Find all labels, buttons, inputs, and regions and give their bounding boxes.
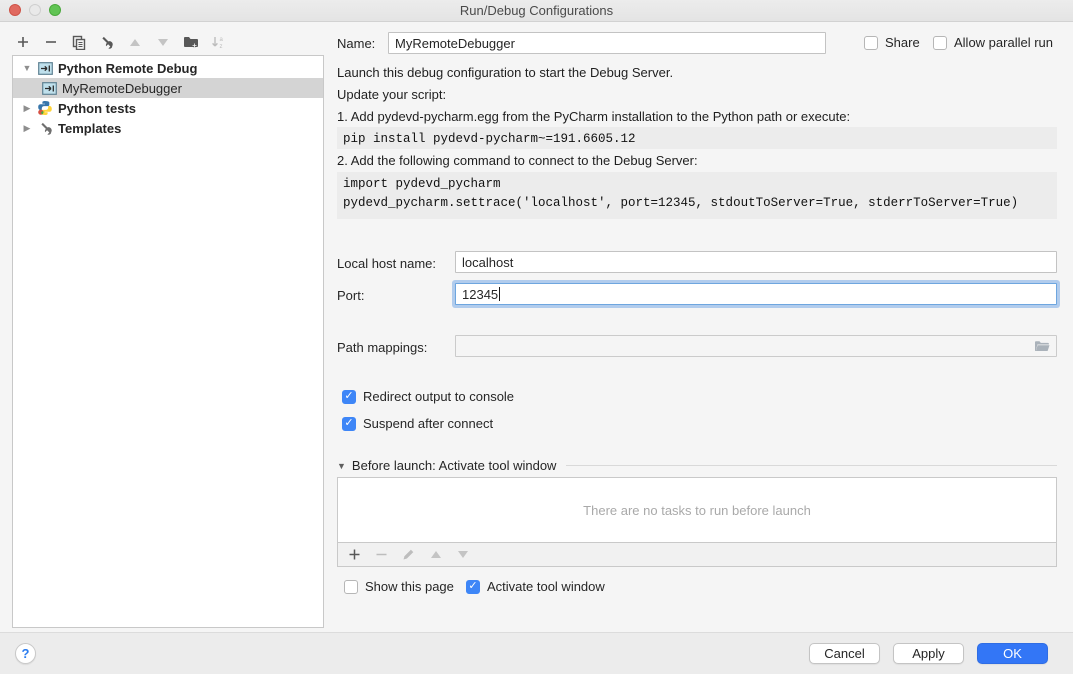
- description-line-2: Update your script:: [337, 87, 446, 102]
- configuration-editor: Name: Share Allow parallel run Launch th…: [336, 22, 1073, 632]
- add-configuration-icon[interactable]: [14, 34, 31, 51]
- step-1-text: 1. Add pydevd-pycharm.egg from the PyCha…: [337, 109, 850, 124]
- remove-configuration-icon[interactable]: [42, 34, 59, 51]
- allow-parallel-run-checkbox[interactable]: Allow parallel run: [933, 35, 1053, 50]
- browse-folder-icon[interactable]: [1034, 340, 1050, 353]
- copy-configuration-icon[interactable]: [70, 34, 87, 51]
- before-launch-toolbar: [337, 543, 1057, 567]
- code-line-1: import pydevd_pycharm: [343, 177, 501, 191]
- path-mappings-label: Path mappings:: [337, 340, 427, 355]
- new-folder-icon[interactable]: [182, 34, 199, 51]
- window-title: Run/Debug Configurations: [0, 3, 1073, 18]
- port-value: 12345: [462, 287, 498, 302]
- share-checkbox[interactable]: Share: [864, 35, 920, 50]
- port-label: Port:: [337, 288, 364, 303]
- tree-item-python-remote-debug[interactable]: ▼ Python Remote Debug: [13, 58, 323, 78]
- sort-alphabetically-icon[interactable]: az: [210, 34, 227, 51]
- chevron-collapsed-icon[interactable]: ▶: [21, 123, 33, 134]
- wrench-icon: [37, 120, 53, 136]
- remove-task-icon[interactable]: [373, 546, 390, 563]
- before-launch-title: Before launch: Activate tool window: [352, 458, 557, 473]
- path-mappings-input[interactable]: [455, 335, 1057, 357]
- remote-debug-icon: [41, 80, 57, 96]
- suspend-after-connect-checkbox[interactable]: ✓ Suspend after connect: [342, 416, 493, 431]
- dialog-footer: ? Cancel Apply OK: [0, 632, 1073, 674]
- dialog-buttons: Cancel Apply OK: [809, 643, 1048, 664]
- chevron-collapsed-icon[interactable]: ▶: [21, 103, 33, 114]
- help-button[interactable]: ?: [15, 643, 36, 664]
- local-host-name-input[interactable]: [455, 251, 1057, 273]
- tree-item-python-tests[interactable]: ▶ Python tests: [13, 98, 323, 118]
- separator-line: [566, 465, 1057, 466]
- checkbox-box: [933, 36, 947, 50]
- chevron-expanded-icon[interactable]: ▼: [21, 63, 33, 73]
- checkbox-box: [344, 580, 358, 594]
- redirect-output-checkbox[interactable]: ✓ Redirect output to console: [342, 389, 514, 404]
- python-tests-icon: [37, 100, 53, 116]
- move-up-icon[interactable]: [126, 34, 143, 51]
- checkbox-box: ✓: [466, 580, 480, 594]
- disclosure-triangle-icon[interactable]: ▼: [337, 461, 346, 471]
- allow-parallel-run-label: Allow parallel run: [954, 35, 1053, 50]
- ok-button[interactable]: OK: [977, 643, 1048, 664]
- move-down-icon[interactable]: [154, 34, 171, 51]
- activate-tool-window-label: Activate tool window: [487, 579, 605, 594]
- edit-task-pencil-icon[interactable]: [400, 546, 417, 563]
- tree-item-label: MyRemoteDebugger: [62, 81, 182, 96]
- empty-tasks-text: There are no tasks to run before launch: [583, 503, 811, 518]
- name-label: Name:: [337, 36, 375, 51]
- configurations-tree: ▼ Python Remote Debug MyRemoteDebugger ▶…: [12, 55, 324, 628]
- svg-text:a: a: [220, 37, 224, 43]
- code-line-2: pydevd_pycharm.settrace('localhost', por…: [343, 196, 1018, 210]
- checkbox-box: ✓: [342, 417, 356, 431]
- local-host-name-label: Local host name:: [337, 256, 436, 271]
- remote-debug-icon: [37, 60, 53, 76]
- move-task-down-icon[interactable]: [454, 546, 471, 563]
- title-bar: Run/Debug Configurations: [0, 0, 1073, 22]
- settrace-code-block: import pydevd_pycharm pydevd_pycharm.set…: [337, 172, 1057, 219]
- activate-tool-window-checkbox[interactable]: ✓ Activate tool window: [466, 579, 605, 594]
- share-label: Share: [885, 35, 920, 50]
- text-caret: [499, 287, 500, 301]
- configurations-toolbar: az: [14, 31, 227, 53]
- run-debug-configurations-dialog: Run/Debug Configurations az ▼: [0, 0, 1073, 674]
- tree-item-myremotedebugger[interactable]: MyRemoteDebugger: [13, 78, 323, 98]
- edit-configuration-wrench-icon[interactable]: [98, 34, 115, 51]
- move-task-up-icon[interactable]: [427, 546, 444, 563]
- pip-install-command: pip install pydevd-pycharm~=191.6605.12: [337, 127, 1057, 149]
- tree-item-label: Templates: [58, 121, 121, 136]
- show-this-page-checkbox[interactable]: Show this page: [344, 579, 454, 594]
- cancel-button[interactable]: Cancel: [809, 643, 880, 664]
- suspend-after-connect-label: Suspend after connect: [363, 416, 493, 431]
- tree-item-label: Python Remote Debug: [58, 61, 197, 76]
- name-input[interactable]: [388, 32, 826, 54]
- description-line-1: Launch this debug configuration to start…: [337, 65, 673, 80]
- apply-button[interactable]: Apply: [893, 643, 964, 664]
- step-2-text: 2. Add the following command to connect …: [337, 153, 698, 168]
- svg-text:z: z: [220, 44, 223, 50]
- checkbox-box: ✓: [342, 390, 356, 404]
- show-this-page-label: Show this page: [365, 579, 454, 594]
- redirect-output-label: Redirect output to console: [363, 389, 514, 404]
- checkbox-box: [864, 36, 878, 50]
- tree-item-label: Python tests: [58, 101, 136, 116]
- tree-item-templates[interactable]: ▶ Templates: [13, 118, 323, 138]
- before-launch-header[interactable]: ▼ Before launch: Activate tool window: [337, 458, 1057, 473]
- add-task-icon[interactable]: [346, 546, 363, 563]
- port-input[interactable]: 12345: [455, 283, 1057, 305]
- before-launch-task-list[interactable]: There are no tasks to run before launch: [337, 477, 1057, 543]
